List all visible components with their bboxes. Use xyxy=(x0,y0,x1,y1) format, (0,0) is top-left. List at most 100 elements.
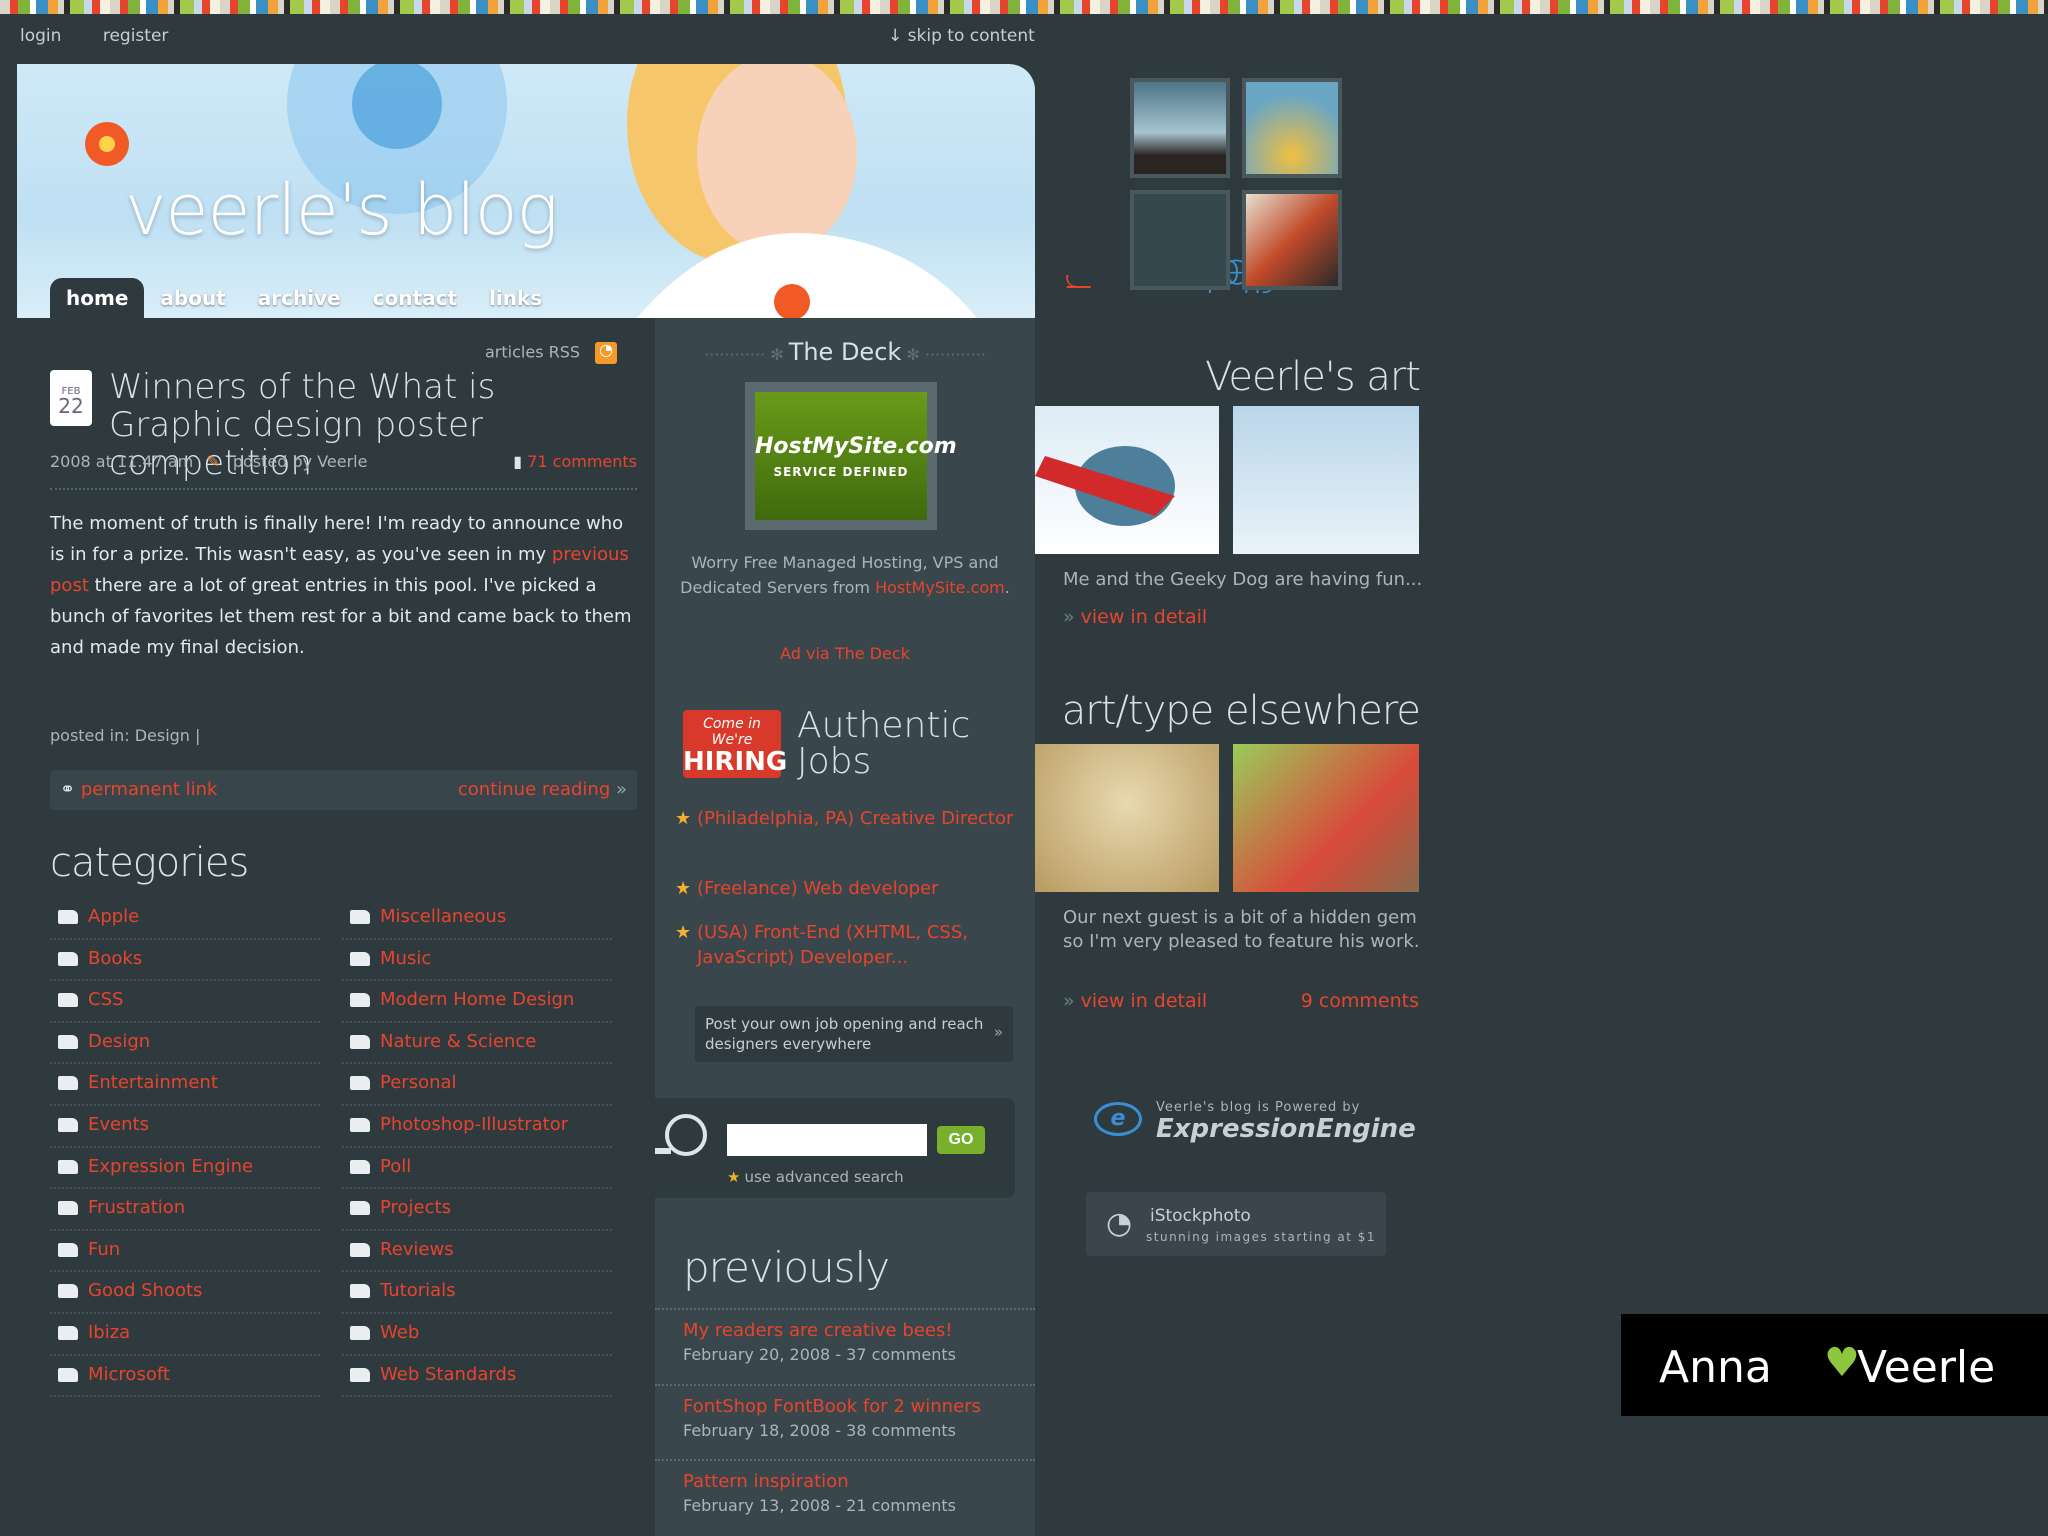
folder-icon xyxy=(58,951,78,966)
star-icon: ★ xyxy=(675,878,692,899)
category-item[interactable]: Miscellaneous xyxy=(342,898,612,940)
category-item[interactable]: Microsoft xyxy=(50,1356,320,1398)
deck-ad-banner[interactable]: HostMySite.com SERVICE DEFINED xyxy=(745,382,957,530)
job-item[interactable]: ★ (Freelance) Web developer xyxy=(675,876,1015,901)
elsewhere-image-portrait[interactable] xyxy=(1035,744,1219,892)
category-item[interactable]: Books xyxy=(50,940,320,982)
previous-post-title: My readers are creative bees! xyxy=(683,1320,953,1341)
folder-icon xyxy=(58,1076,78,1091)
permanent-link[interactable]: ⚭ permanent link xyxy=(60,779,217,800)
category-item[interactable]: Personal xyxy=(342,1064,612,1106)
star-icon: ★ xyxy=(675,808,692,829)
login-link[interactable]: login xyxy=(20,26,61,46)
tab-about[interactable]: about xyxy=(144,278,241,318)
post-time: 2008 at 11.47 am xyxy=(50,452,194,471)
previous-post-meta: February 13, 2008 - 21 comments xyxy=(683,1496,956,1515)
search-go-button[interactable]: GO xyxy=(937,1126,985,1154)
category-label: Fun xyxy=(88,1238,121,1260)
flickr-thumbnail[interactable] xyxy=(1242,190,1342,290)
flickrness-label[interactable]: flickrness xyxy=(1051,72,1278,300)
articles-rss-link[interactable]: articles RSS xyxy=(485,340,618,364)
category-item[interactable]: Nature & Science xyxy=(342,1023,612,1065)
category-item[interactable]: Frustration xyxy=(50,1189,320,1231)
job-item[interactable]: ★ (Philadelphia, PA) Creative Director xyxy=(675,806,1015,831)
categories-list-left: Apple Books CSS Design Entertainment Eve… xyxy=(50,898,320,1398)
search-input[interactable] xyxy=(727,1124,927,1156)
category-item[interactable]: Web xyxy=(342,1314,612,1356)
dotted-ornament: ✻ ············ xyxy=(901,345,986,364)
post-job-label: Post your own job opening and reach desi… xyxy=(705,1015,984,1053)
view-in-detail-link[interactable]: » view in detail 9 comments xyxy=(1063,990,1419,1012)
view-in-detail-link[interactable]: » view in detail xyxy=(1063,606,1207,628)
category-item[interactable]: Ibiza xyxy=(50,1314,320,1356)
category-item[interactable]: Tutorials xyxy=(342,1272,612,1314)
job-item[interactable]: ★ (USA) Front-End (XHTML, CSS, JavaScrip… xyxy=(675,920,1015,970)
category-item[interactable]: Entertainment xyxy=(50,1064,320,1106)
previous-post-item[interactable]: FontShop FontBook for 2 winners February… xyxy=(655,1384,1035,1459)
elsewhere-comments-link[interactable]: 9 comments xyxy=(1301,990,1419,1012)
post-job-button[interactable]: Post your own job opening and reach desi… xyxy=(695,1006,1013,1062)
category-item[interactable]: Music xyxy=(342,940,612,982)
flickr-thumbnail[interactable] xyxy=(1130,190,1230,290)
hostmysite-link[interactable]: HostMySite.com xyxy=(875,578,1005,597)
category-item[interactable]: Web Standards xyxy=(342,1356,612,1398)
category-item[interactable]: CSS xyxy=(50,981,320,1023)
folder-icon xyxy=(350,910,370,924)
category-item[interactable]: Modern Home Design xyxy=(342,981,612,1023)
category-label: Nature & Science xyxy=(380,1030,537,1052)
category-item[interactable]: Poll xyxy=(342,1148,612,1190)
previous-post-item[interactable]: My readers are creative bees! February 2… xyxy=(655,1308,1035,1383)
category-item[interactable]: Events xyxy=(50,1106,320,1148)
authentic-jobs-heading[interactable]: Authentic Jobs xyxy=(797,708,1007,780)
previous-post-item[interactable]: Pattern inspiration February 13, 2008 - … xyxy=(655,1459,1035,1534)
art-image-dog[interactable] xyxy=(1035,406,1219,554)
continue-reading-link[interactable]: continue reading » xyxy=(458,779,627,800)
bookmark-icon: ▮ xyxy=(513,452,523,471)
expression-engine-badge[interactable]: e Veerle's blog is Powered by Expression… xyxy=(1094,1094,1416,1144)
rss-icon xyxy=(595,340,618,364)
ad-tagline: SERVICE DEFINED xyxy=(773,465,909,479)
tab-contact[interactable]: contact xyxy=(357,278,473,318)
folder-icon xyxy=(350,1325,370,1340)
tab-archive[interactable]: archive xyxy=(242,278,357,318)
flickr-thumbnail[interactable] xyxy=(1242,78,1342,178)
the-deck-heading: ············ ✻ The Deck ✻ ············ xyxy=(655,338,1035,366)
logo-line2: HIRING xyxy=(683,747,788,777)
register-link[interactable]: register xyxy=(103,26,169,46)
comments-link[interactable]: ▮ 71 comments xyxy=(513,452,637,471)
expression-engine-icon: e xyxy=(1094,1102,1142,1136)
category-label: Expression Engine xyxy=(88,1155,254,1177)
category-label: Good Shoots xyxy=(88,1280,203,1302)
flickr-thumbnail[interactable] xyxy=(1130,78,1230,178)
istock-icon: ◔ xyxy=(1106,1206,1133,1241)
link-icon: ⚭ xyxy=(60,779,76,800)
tab-links[interactable]: links xyxy=(473,278,558,318)
ad-via-deck-link[interactable]: Ad via The Deck xyxy=(655,644,1035,663)
category-label: Events xyxy=(88,1113,149,1135)
folder-icon xyxy=(350,1159,370,1174)
skip-to-content-link[interactable]: ↓ skip to content xyxy=(888,26,1035,46)
folder-icon xyxy=(58,1284,78,1299)
category-label: Personal xyxy=(380,1072,457,1094)
istockphoto-badge[interactable]: ◔ iStockphoto stunning images starting a… xyxy=(1086,1192,1386,1256)
elsewhere-image-fat[interactable] xyxy=(1233,744,1419,892)
category-item[interactable]: Design xyxy=(50,1023,320,1065)
calendar-icon: FEB 22 xyxy=(50,370,92,426)
folder-icon xyxy=(58,1325,78,1340)
art-image-snowboard[interactable] xyxy=(1233,406,1419,554)
category-item[interactable]: Projects xyxy=(342,1189,612,1231)
hiring-logo[interactable]: Come in We're HIRING xyxy=(683,710,788,778)
category-item[interactable]: Fun xyxy=(50,1231,320,1273)
category-item[interactable]: Expression Engine xyxy=(50,1148,320,1190)
blog-title[interactable]: veerle's blog xyxy=(125,169,559,251)
category-item[interactable]: Good Shoots xyxy=(50,1272,320,1314)
previous-post-title: FontShop FontBook for 2 winners xyxy=(683,1396,981,1417)
view-label: view in detail xyxy=(1080,606,1208,628)
category-item[interactable]: Photoshop-Illustrator xyxy=(342,1106,612,1148)
category-item[interactable]: Apple xyxy=(50,898,320,940)
category-item[interactable]: Reviews xyxy=(342,1231,612,1273)
tab-home[interactable]: home xyxy=(50,278,145,318)
advanced-search-link[interactable]: ★ use advanced search xyxy=(727,1168,904,1186)
folder-icon xyxy=(350,1034,370,1049)
category-label: Web xyxy=(380,1321,420,1343)
